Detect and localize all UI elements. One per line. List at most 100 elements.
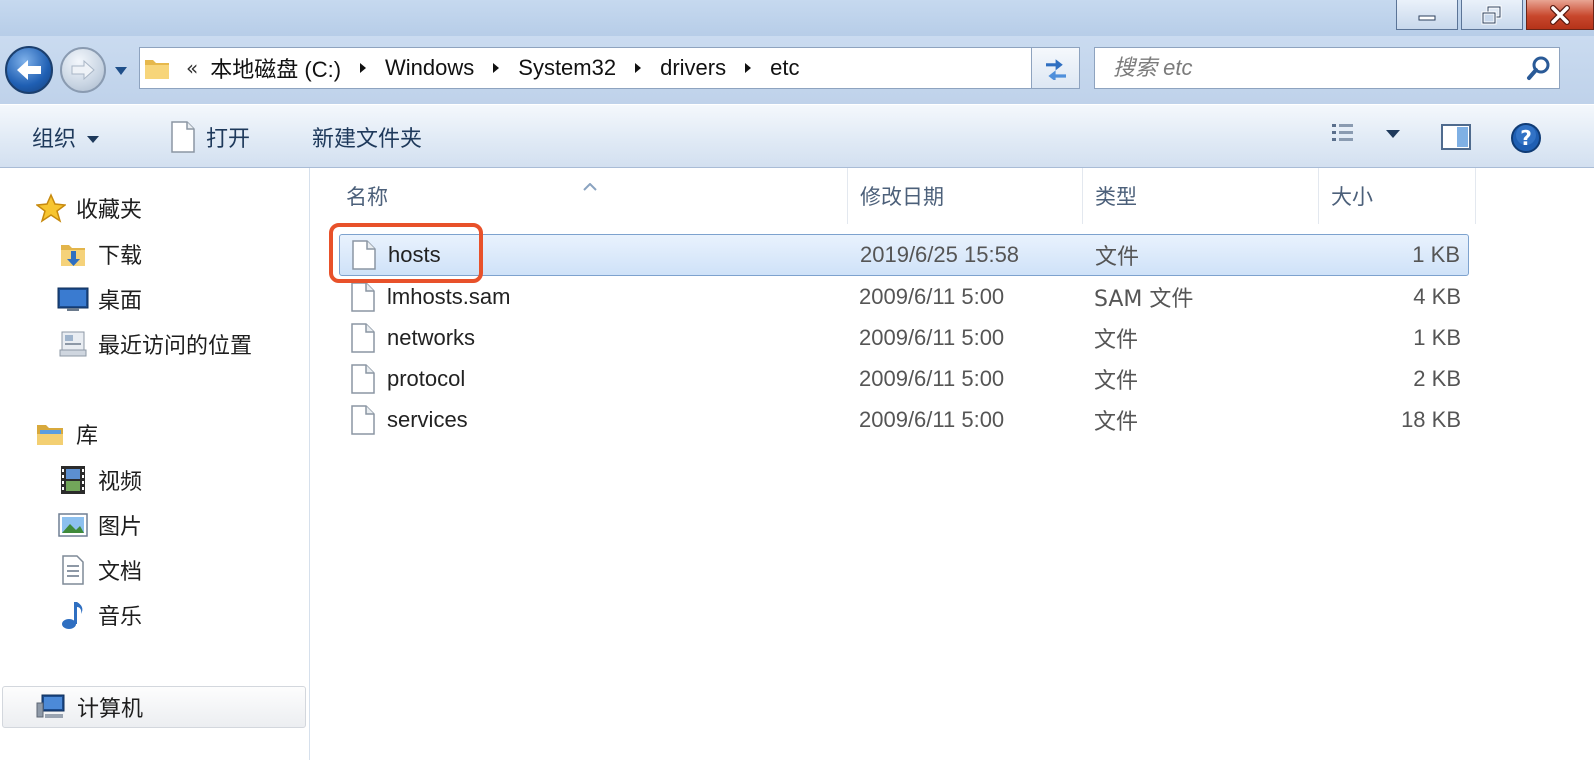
file-row-networks[interactable]: networks 2009/6/11 5:00 文件 1 KB [339,318,1469,358]
breadcrumb-drivers[interactable]: drivers [660,55,726,81]
restore-icon [1481,5,1502,24]
window-caption [0,0,1594,36]
organize-label: 组织 [32,127,77,152]
file-icon [351,318,375,358]
nav-item-label: 音乐 [98,605,143,630]
change-view-button[interactable] [1330,121,1406,147]
sort-ascending-icon [583,172,597,196]
nav-item-pictures[interactable]: 图片 [56,509,142,541]
open-button[interactable]: 打开 [170,119,250,155]
new-folder-button[interactable]: 新建文件夹 [312,119,422,155]
breadcrumb-local-disk[interactable]: 本地磁盘 (C:) [210,52,341,84]
file-modified: 2019/6/25 15:58 [860,242,1020,267]
nav-item-label: 视频 [98,470,143,495]
nav-item-videos[interactable]: 视频 [56,464,142,496]
file-type: SAM 文件 [1094,287,1194,312]
nav-item-label: 图片 [98,515,143,540]
minimize-icon [1418,15,1436,20]
breadcrumb-separator-icon[interactable] [359,62,367,74]
column-header-name[interactable]: 名称 [311,168,848,224]
file-icon [352,235,376,275]
desktop-icon [56,283,90,315]
breadcrumb-separator-icon[interactable] [744,62,752,74]
breadcrumb-separator-icon[interactable] [492,62,500,74]
help-button[interactable]: ? [1510,122,1542,158]
file-size: 2 KB [1413,366,1461,391]
close-button[interactable] [1526,0,1594,30]
column-header-name-label: 名称 [346,185,388,209]
computer-icon [35,691,69,723]
file-row-services[interactable]: services 2009/6/11 5:00 文件 18 KB [339,400,1469,440]
svg-text:?: ? [1520,126,1532,150]
refresh-button[interactable] [1031,47,1080,89]
arrow-left-icon [17,60,41,80]
nav-favorites[interactable]: 收藏夹 [34,192,142,224]
minimize-button[interactable] [1396,0,1458,30]
organize-button[interactable]: 组织 [32,119,100,155]
chevron-down-icon [115,67,127,75]
nav-item-music[interactable]: 音乐 [56,599,142,631]
file-list: 名称 修改日期 类型 大小 hosts 2019/6/25 15:58 文件 1… [311,168,1594,760]
nav-item-recent-places[interactable]: 最近访问的位置 [56,328,252,360]
breadcrumb-etc[interactable]: etc [770,55,799,81]
breadcrumb-overflow[interactable]: « [186,56,198,80]
forward-button[interactable] [60,47,106,93]
nav-item-label: 桌面 [98,289,143,314]
column-header-size[interactable]: 大小 [1319,168,1476,224]
nav-computer[interactable]: 计算机 [2,686,306,728]
video-library-icon [56,464,90,496]
file-name: hosts [388,242,441,267]
breadcrumb-system32[interactable]: System32 [518,55,616,81]
column-header-type[interactable]: 类型 [1083,168,1319,224]
nav-item-documents[interactable]: 文档 [56,554,142,586]
file-name: networks [387,325,476,350]
file-size: 1 KB [1413,325,1461,350]
picture-library-icon [56,509,90,541]
refresh-icon [1045,59,1066,80]
nav-item-downloads[interactable]: 下载 [56,238,142,270]
file-name: lmhosts.sam [387,284,511,309]
nav-item-desktop[interactable]: 桌面 [56,283,142,315]
downloads-folder-icon [56,238,90,270]
column-header-modified-label: 修改日期 [860,185,944,209]
nav-item-label: 文档 [98,560,143,585]
search-box[interactable] [1094,47,1560,89]
file-row-hosts[interactable]: hosts 2019/6/25 15:58 文件 1 KB [339,234,1469,276]
recent-pages-dropdown[interactable] [114,63,128,79]
file-modified: 2009/6/11 5:00 [859,366,1005,391]
file-icon [351,359,375,399]
breadcrumb-windows[interactable]: Windows [385,55,474,81]
file-icon [351,400,375,440]
file-name: services [387,407,468,432]
close-icon [1550,4,1570,25]
star-icon [34,192,68,224]
preview-pane-button[interactable] [1440,123,1472,155]
help-icon: ? [1511,123,1541,153]
file-size: 1 KB [1412,242,1460,267]
arrow-right-icon [71,59,95,81]
file-row-lmhosts[interactable]: lmhosts.sam 2009/6/11 5:00 SAM 文件 4 KB [339,277,1469,317]
restore-button[interactable] [1461,0,1523,30]
file-type: 文件 [1094,369,1139,394]
address-bar[interactable]: « 本地磁盘 (C:) Windows System32 drivers etc [139,47,1080,89]
recent-places-icon [56,328,90,360]
breadcrumb-separator-icon[interactable] [634,62,642,74]
column-header-modified[interactable]: 修改日期 [848,168,1083,224]
file-size: 18 KB [1401,407,1461,432]
nav-libraries[interactable]: 库 [34,418,98,450]
column-header-type-label: 类型 [1095,185,1137,209]
window-controls [1396,0,1594,30]
preview-pane-icon [1441,124,1471,150]
back-button[interactable] [5,46,53,94]
open-label: 打开 [206,127,251,152]
details-view-icon [1332,124,1353,141]
file-name: protocol [387,366,466,391]
document-library-icon [56,554,90,586]
file-row-protocol[interactable]: protocol 2009/6/11 5:00 文件 2 KB [339,359,1469,399]
chevron-down-icon [1386,130,1400,138]
library-icon [34,418,68,450]
search-icon[interactable] [1519,48,1559,88]
search-input[interactable] [1095,49,1519,87]
command-bar: 组织 打开 新建文件夹 ? [0,104,1594,168]
file-type: 文件 [1095,245,1140,270]
